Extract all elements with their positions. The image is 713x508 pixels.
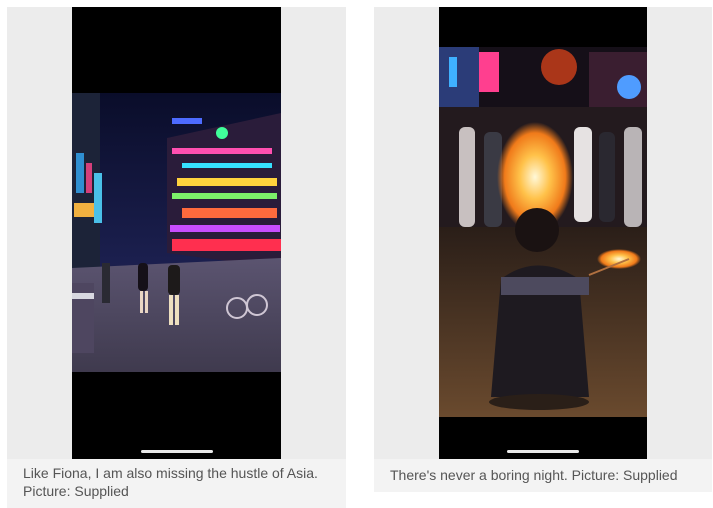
- image-frame: [7, 7, 346, 459]
- photo-caption: There's never a boring night. Picture: S…: [390, 467, 678, 483]
- home-indicator: [507, 450, 579, 453]
- fire-performer-photo: [439, 47, 647, 417]
- neon-street-photo: [72, 93, 281, 372]
- photo-card-neon-street: Like Fiona, I am also missing the hustle…: [7, 7, 346, 508]
- phone-screenshot[interactable]: [439, 7, 647, 459]
- photo-card-fire-performer: There's never a boring night. Picture: S…: [374, 7, 712, 492]
- image-frame: [374, 7, 712, 459]
- photo-caption: Like Fiona, I am also missing the hustle…: [23, 465, 318, 499]
- home-indicator: [140, 450, 213, 453]
- phone-screenshot[interactable]: [72, 7, 281, 459]
